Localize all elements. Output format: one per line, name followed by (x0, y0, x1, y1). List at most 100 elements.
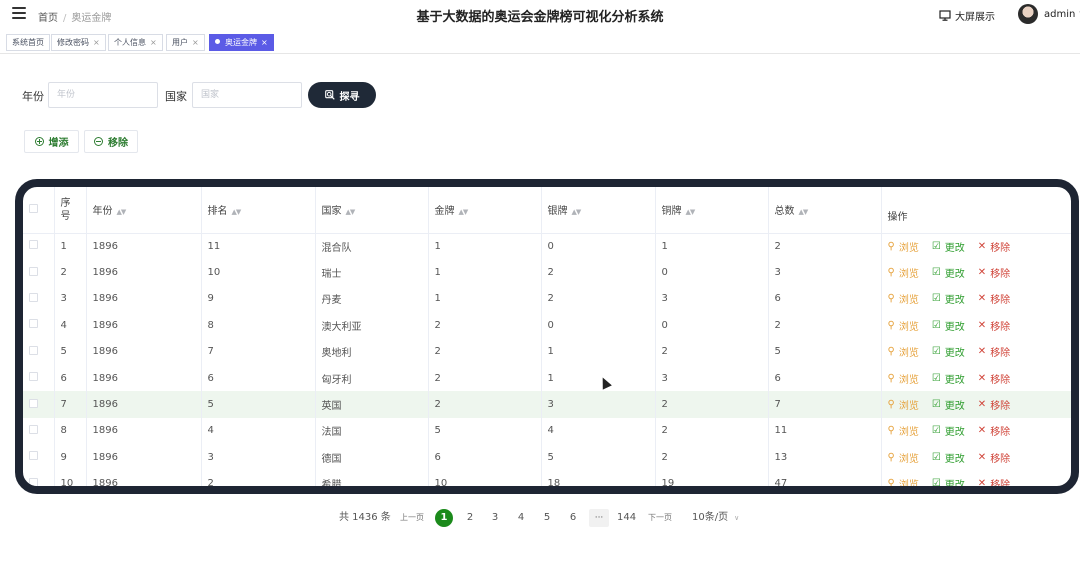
view-button[interactable]: ⚲ 浏览 (888, 239, 919, 254)
col-header-rank[interactable]: 排名 ▲▼ (201, 187, 316, 234)
search-icon: ⚲ (887, 319, 895, 331)
more-pages-button[interactable]: ··· (589, 509, 609, 527)
cell-bronze: 1 (655, 233, 769, 260)
view-button[interactable]: ⚲ 浏览 (888, 371, 919, 386)
close-icon[interactable]: × (192, 38, 199, 47)
page-last[interactable]: 144 (617, 509, 636, 527)
breadcrumb-home[interactable]: 首页 (38, 13, 58, 24)
col-header-label: 序号 (60, 197, 71, 222)
col-header-total[interactable]: 总数 ▲▼ (768, 187, 882, 234)
edit-button[interactable]: ☑ 更改 (932, 265, 965, 280)
prev-page-button[interactable]: 上一页 (400, 509, 424, 527)
row-checkbox[interactable] (29, 292, 38, 302)
edit-button[interactable]: ☑ 更改 (932, 476, 965, 486)
delete-button[interactable]: ✕ 移除 (978, 423, 1010, 438)
page-size-select[interactable]: 10条/页 ∨ (692, 509, 739, 527)
delete-button[interactable]: ✕ 移除 (978, 371, 1010, 386)
col-header-bronze[interactable]: 铜牌 ▲▼ (655, 187, 769, 234)
pagination-total: 共 1436 条 (339, 512, 391, 523)
row-checkbox[interactable] (29, 319, 38, 329)
row-checkbox[interactable] (29, 451, 38, 461)
row-actions: ⚲ 浏览 ☑ 更改 ✕ 移除 (881, 312, 1071, 338)
cell-bronze: 3 (655, 364, 769, 392)
edit-button[interactable]: ☑ 更改 (932, 344, 965, 359)
row-checkbox[interactable] (29, 398, 38, 408)
tag-profile[interactable]: 个人信息 × (108, 34, 163, 51)
tag-system-home[interactable]: 系统首页 (6, 34, 50, 51)
add-button[interactable]: 增添 (24, 130, 79, 153)
delete-button[interactable]: ✕ 移除 (978, 291, 1010, 306)
view-button[interactable]: ⚲ 浏览 (888, 397, 919, 412)
search-button[interactable]: 探寻 (308, 82, 376, 108)
col-header-silver[interactable]: 银牌 ▲▼ (541, 187, 656, 234)
close-icon[interactable]: × (261, 38, 268, 47)
big-screen-button[interactable]: 大屏展示 (939, 8, 995, 23)
edit-button[interactable]: ☑ 更改 (932, 423, 965, 438)
menu-toggle-icon[interactable] (12, 7, 26, 21)
view-button[interactable]: ⚲ 浏览 (888, 450, 919, 465)
edit-button[interactable]: ☑ 更改 (932, 450, 965, 465)
delete-label: 移除 (990, 374, 1011, 386)
edit-icon: ☑ (931, 399, 941, 411)
delete-button[interactable]: ✕ 移除 (978, 476, 1010, 486)
delete-button[interactable]: ✕ 移除 (978, 239, 1010, 254)
col-header-year[interactable]: 年份 ▲▼ (86, 187, 202, 234)
edit-button[interactable]: ☑ 更改 (932, 291, 965, 306)
view-button[interactable]: ⚲ 浏览 (888, 265, 919, 280)
close-icon[interactable]: × (150, 38, 157, 47)
row-checkbox[interactable] (29, 266, 38, 276)
edit-label: 更改 (944, 321, 965, 333)
sort-icon[interactable]: ▲▼ (117, 208, 127, 216)
sort-icon[interactable]: ▲▼ (572, 208, 582, 216)
year-input[interactable] (48, 82, 158, 108)
delete-button[interactable]: ✕ 移除 (978, 265, 1010, 280)
sort-icon[interactable]: ▲▼ (346, 208, 356, 216)
page-6[interactable]: 6 (564, 509, 582, 527)
sort-icon[interactable]: ▲▼ (232, 208, 242, 216)
table-row: 6 1896 6 匈牙利 2 1 3 6 ⚲ 浏览 ☑ 更改 ✕ 移除 (23, 364, 1071, 392)
next-page-button[interactable]: 下一页 (648, 509, 672, 527)
page-4[interactable]: 4 (512, 509, 530, 527)
country-input[interactable] (192, 82, 302, 108)
view-button[interactable]: ⚲ 浏览 (888, 291, 919, 306)
tag-change-password[interactable]: 修改密码 × (51, 34, 106, 51)
sort-icon[interactable]: ▲▼ (459, 208, 469, 216)
page-3[interactable]: 3 (486, 509, 504, 527)
tag-users[interactable]: 用户 × (166, 34, 205, 51)
sort-icon[interactable]: ▲▼ (686, 208, 696, 216)
tag-label: 奥运金牌 (225, 38, 257, 47)
row-checkbox[interactable] (29, 372, 38, 382)
view-button[interactable]: ⚲ 浏览 (888, 318, 919, 333)
view-button[interactable]: ⚲ 浏览 (888, 476, 919, 486)
sort-icon[interactable]: ▲▼ (799, 208, 809, 216)
edit-button[interactable]: ☑ 更改 (932, 397, 965, 412)
remove-button[interactable]: 移除 (84, 130, 138, 153)
col-header-country[interactable]: 国家 ▲▼ (315, 187, 429, 234)
close-icon: ✕ (977, 293, 987, 305)
view-button[interactable]: ⚲ 浏览 (888, 423, 919, 438)
delete-button[interactable]: ✕ 移除 (978, 450, 1010, 465)
row-checkbox[interactable] (29, 477, 38, 486)
close-icon: ✕ (977, 451, 987, 463)
col-header-gold[interactable]: 金牌 ▲▼ (428, 187, 542, 234)
tag-olympic-gold[interactable]: 奥运金牌 × (209, 34, 274, 51)
page-1[interactable]: 1 (435, 509, 453, 527)
row-checkbox[interactable] (29, 424, 38, 434)
table-row: 9 1896 3 德国 6 5 2 13 ⚲ 浏览 ☑ 更改 ✕ 移除 (23, 444, 1071, 471)
row-checkbox[interactable] (29, 345, 38, 355)
delete-button[interactable]: ✕ 移除 (978, 397, 1010, 412)
page-5[interactable]: 5 (538, 509, 556, 527)
user-menu[interactable]: admin ▼ (1018, 4, 1080, 24)
view-button[interactable]: ⚲ 浏览 (888, 344, 919, 359)
select-all-checkbox[interactable] (29, 203, 38, 213)
edit-button[interactable]: ☑ 更改 (932, 239, 965, 254)
delete-button[interactable]: ✕ 移除 (978, 318, 1010, 333)
delete-button[interactable]: ✕ 移除 (978, 344, 1010, 359)
close-icon[interactable]: × (93, 38, 100, 47)
edit-button[interactable]: ☑ 更改 (932, 371, 965, 386)
row-checkbox[interactable] (29, 240, 38, 250)
edit-button[interactable]: ☑ 更改 (932, 318, 965, 333)
cell-gold: 2 (428, 312, 542, 339)
remove-button-label: 移除 (108, 138, 128, 149)
page-2[interactable]: 2 (461, 509, 479, 527)
